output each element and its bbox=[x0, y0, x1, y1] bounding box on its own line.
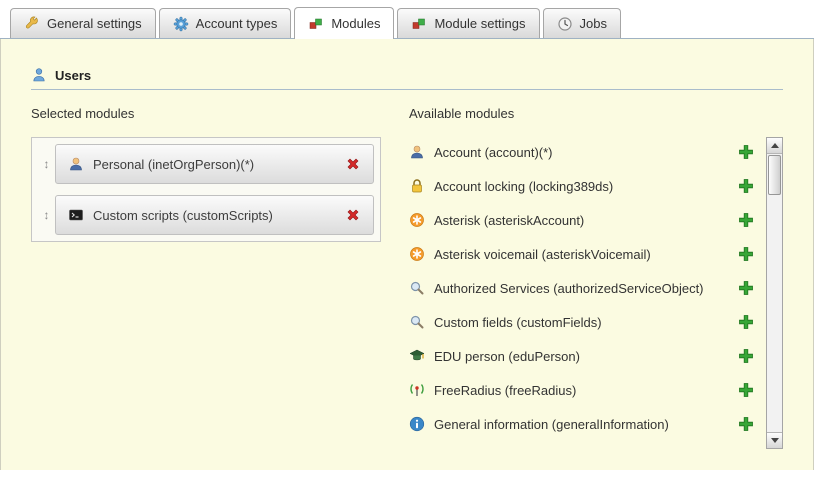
available-module-row: Account (account)(*) bbox=[409, 135, 766, 169]
plus-icon[interactable] bbox=[738, 212, 754, 228]
available-module-label: Custom fields (customFields) bbox=[434, 315, 602, 330]
delete-icon[interactable] bbox=[345, 207, 361, 223]
arrow-up-icon bbox=[771, 143, 779, 148]
available-module-label: EDU person (eduPerson) bbox=[434, 349, 580, 364]
plus-icon[interactable] bbox=[738, 348, 754, 364]
module-columns: Selected modules ↕ Personal (inetOrgPers… bbox=[31, 106, 783, 449]
modules-tab-content: Users Selected modules ↕ Personal (inetO… bbox=[0, 39, 814, 470]
selected-module-bar: Custom scripts (customScripts) bbox=[55, 195, 374, 235]
available-module-row: General information (generalInformation) bbox=[409, 407, 766, 441]
plus-icon[interactable] bbox=[738, 246, 754, 262]
tab-general-settings[interactable]: General settings bbox=[10, 8, 156, 38]
selected-module-row: ↕ Personal (inetOrgPerson)(*) bbox=[38, 144, 374, 184]
tab-account-types[interactable]: Account types bbox=[159, 8, 292, 38]
selected-modules-list: ↕ Personal (inetOrgPerson)(*) ↕ Custom s… bbox=[31, 137, 381, 242]
available-module-row: FreeRadius (freeRadius) bbox=[409, 373, 766, 407]
available-module-label: FreeRadius (freeRadius) bbox=[434, 383, 576, 398]
selected-module-bar: Personal (inetOrgPerson)(*) bbox=[55, 144, 374, 184]
available-module-label: Account locking (locking389ds) bbox=[434, 179, 613, 194]
plus-icon[interactable] bbox=[738, 382, 754, 398]
available-module-row: EDU person (eduPerson) bbox=[409, 339, 766, 373]
tab-jobs[interactable]: Jobs bbox=[543, 8, 621, 38]
tab-bar: General settings Account types Modules M… bbox=[0, 0, 814, 39]
available-modules-wrap: Account (account)(*) Account locking (lo… bbox=[409, 135, 783, 449]
modules-icon bbox=[308, 16, 324, 32]
plus-icon[interactable] bbox=[738, 144, 754, 160]
info-icon bbox=[409, 416, 425, 432]
section-title: Users bbox=[55, 68, 91, 83]
education-icon bbox=[409, 348, 425, 364]
drag-handle-icon[interactable]: ↕ bbox=[38, 208, 55, 222]
available-module-label: Asterisk voicemail (asteriskVoicemail) bbox=[434, 247, 651, 262]
lock-icon bbox=[409, 178, 425, 194]
available-modules-panel: Available modules Account (account)(*) A… bbox=[409, 106, 783, 449]
script-icon bbox=[68, 207, 84, 223]
radio-icon bbox=[409, 382, 425, 398]
tab-module-settings[interactable]: Module settings bbox=[397, 8, 539, 38]
person-icon bbox=[409, 144, 425, 160]
tab-label: General settings bbox=[47, 16, 142, 31]
available-module-label: General information (generalInformation) bbox=[434, 417, 669, 432]
tab-label: Account types bbox=[196, 16, 278, 31]
clock-icon bbox=[557, 16, 573, 32]
selected-modules-panel: Selected modules ↕ Personal (inetOrgPers… bbox=[31, 106, 381, 242]
selected-modules-heading: Selected modules bbox=[31, 106, 381, 121]
available-module-row: Custom fields (customFields) bbox=[409, 305, 766, 339]
user-icon bbox=[31, 67, 47, 83]
available-modules-list: Account (account)(*) Account locking (lo… bbox=[409, 135, 766, 449]
scrollbar[interactable] bbox=[766, 137, 783, 449]
available-module-row: Asterisk voicemail (asteriskVoicemail) bbox=[409, 237, 766, 271]
available-module-label: Authorized Services (authorizedServiceOb… bbox=[434, 281, 704, 296]
selected-module-label: Custom scripts (customScripts) bbox=[93, 208, 273, 223]
tab-label: Module settings bbox=[434, 16, 525, 31]
selected-module-row: ↕ Custom scripts (customScripts) bbox=[38, 195, 374, 235]
tab-label: Modules bbox=[331, 16, 380, 31]
selected-module-label: Personal (inetOrgPerson)(*) bbox=[93, 157, 254, 172]
available-module-row: Account locking (locking389ds) bbox=[409, 169, 766, 203]
gear-icon bbox=[173, 16, 189, 32]
available-module-row: Asterisk (asteriskAccount) bbox=[409, 203, 766, 237]
asterisk-icon bbox=[409, 212, 425, 228]
plus-icon[interactable] bbox=[738, 416, 754, 432]
magnifier-icon bbox=[409, 280, 425, 296]
available-module-label: Asterisk (asteriskAccount) bbox=[434, 213, 584, 228]
magnifier-icon bbox=[409, 314, 425, 330]
available-modules-heading: Available modules bbox=[409, 106, 783, 121]
tab-modules[interactable]: Modules bbox=[294, 7, 394, 39]
plus-icon[interactable] bbox=[738, 314, 754, 330]
scroll-down-button[interactable] bbox=[767, 432, 782, 448]
wrench-icon bbox=[24, 16, 40, 32]
drag-handle-icon[interactable]: ↕ bbox=[38, 157, 55, 171]
scroll-up-button[interactable] bbox=[767, 138, 782, 154]
delete-icon[interactable] bbox=[345, 156, 361, 172]
scrollbar-track[interactable] bbox=[767, 154, 782, 432]
arrow-down-icon bbox=[771, 438, 779, 443]
plus-icon[interactable] bbox=[738, 178, 754, 194]
users-section-heading: Users bbox=[31, 67, 783, 90]
asterisk-icon bbox=[409, 246, 425, 262]
plus-icon[interactable] bbox=[738, 280, 754, 296]
available-module-row: Authorized Services (authorizedServiceOb… bbox=[409, 271, 766, 305]
scrollbar-thumb[interactable] bbox=[768, 155, 781, 195]
tab-label: Jobs bbox=[580, 16, 607, 31]
module-settings-icon bbox=[411, 16, 427, 32]
available-module-label: Account (account)(*) bbox=[434, 145, 553, 160]
person-icon bbox=[68, 156, 84, 172]
